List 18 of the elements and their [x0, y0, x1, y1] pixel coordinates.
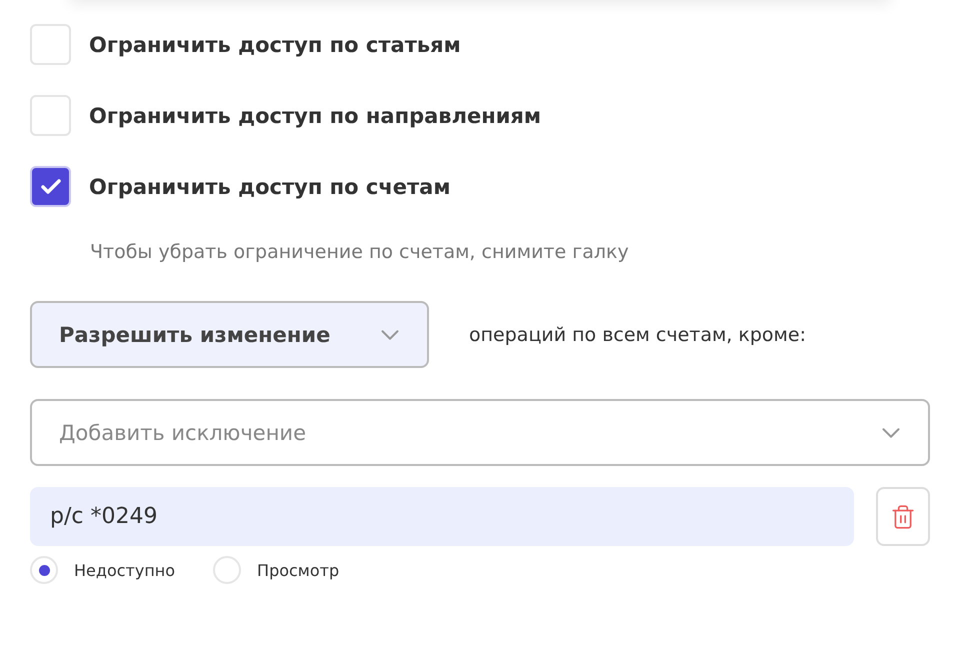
hint-text: Чтобы убрать ограничение по счетам, снимите галку — [90, 241, 630, 263]
delete-button[interactable] — [876, 487, 930, 546]
permission-description: операций по всем счетам, кроме: — [469, 324, 806, 346]
radio-label: Недоступно — [74, 560, 176, 580]
radio-button[interactable] — [213, 556, 242, 584]
checkbox-label: Ограничить доступ по счетам — [89, 174, 451, 198]
exception-select[interactable]: Добавить исключение — [30, 399, 930, 466]
trash-icon — [890, 504, 916, 530]
checkbox-label: Ограничить доступ по статьям — [89, 32, 461, 56]
account-item: р/с *0249 — [30, 487, 854, 546]
checkbox[interactable] — [30, 95, 71, 136]
checkbox[interactable] — [30, 166, 71, 207]
permission-dropdown[interactable]: Разрешить изменение — [30, 301, 429, 368]
checkbox[interactable] — [30, 24, 71, 65]
radio-button[interactable] — [30, 556, 58, 584]
radio-label: Просмотр — [257, 560, 340, 580]
checkbox-label: Ограничить доступ по направлениям — [89, 104, 542, 128]
placeholder-text: Добавить исключение — [59, 420, 306, 444]
